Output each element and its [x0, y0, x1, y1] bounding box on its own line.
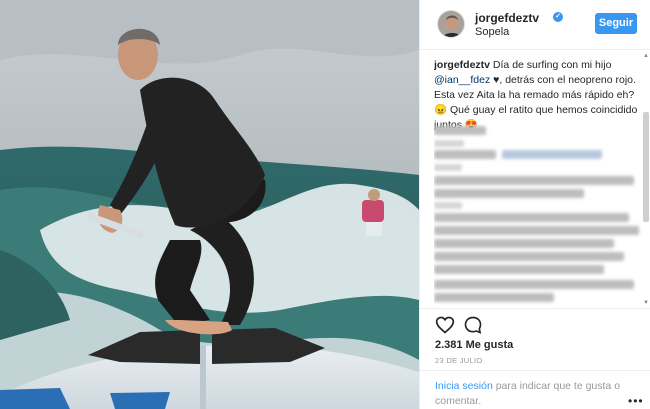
likes-count[interactable]: 2.381 Me gusta	[435, 339, 513, 351]
more-options-icon[interactable]: •••	[628, 394, 644, 408]
login-prompt: Inicia sesión para indicar que te gusta …	[435, 379, 640, 409]
caption-mention-link[interactable]: @ian__fdez	[434, 74, 490, 86]
post-location[interactable]: Sopela	[475, 26, 509, 38]
post-photo[interactable]	[0, 0, 419, 409]
post-header: jorgefdeztv ✓ Sopela Seguir	[420, 0, 650, 50]
comment-footer: Inicia sesión para indicar que te gusta …	[420, 370, 650, 409]
post-username[interactable]: jorgefdeztv	[475, 11, 539, 25]
avatar-image	[438, 11, 464, 37]
post-actions: 2.381 Me gusta 23 DE JULIO	[420, 308, 650, 368]
scroll-down-arrow-icon[interactable]: ▼	[642, 299, 650, 307]
avatar[interactable]	[437, 10, 465, 38]
post-side-panel: jorgefdeztv ✓ Sopela Seguir jorgefdeztv …	[419, 0, 650, 409]
verified-badge-icon: ✓	[553, 12, 563, 22]
post-caption: jorgefdeztv Día de surfing con mi hijo @…	[434, 58, 642, 133]
follow-button[interactable]: Seguir	[595, 13, 637, 34]
scroll-up-arrow-icon[interactable]: ▲	[642, 52, 650, 60]
caption-username[interactable]: jorgefdeztv	[434, 59, 490, 71]
caption-area: jorgefdeztv Día de surfing con mi hijo @…	[434, 58, 642, 308]
login-link[interactable]: Inicia sesión	[435, 380, 493, 392]
surfing-photo-image	[0, 0, 419, 409]
comment-icon[interactable]	[463, 315, 483, 335]
caption-scrollbar[interactable]: ▲ ▼	[642, 52, 650, 307]
caption-text-1: Día de surfing con mi hijo	[490, 59, 612, 71]
heart-icon[interactable]	[435, 315, 455, 335]
post-date[interactable]: 23 DE JULIO	[435, 356, 482, 365]
scroll-thumb[interactable]	[643, 112, 649, 222]
